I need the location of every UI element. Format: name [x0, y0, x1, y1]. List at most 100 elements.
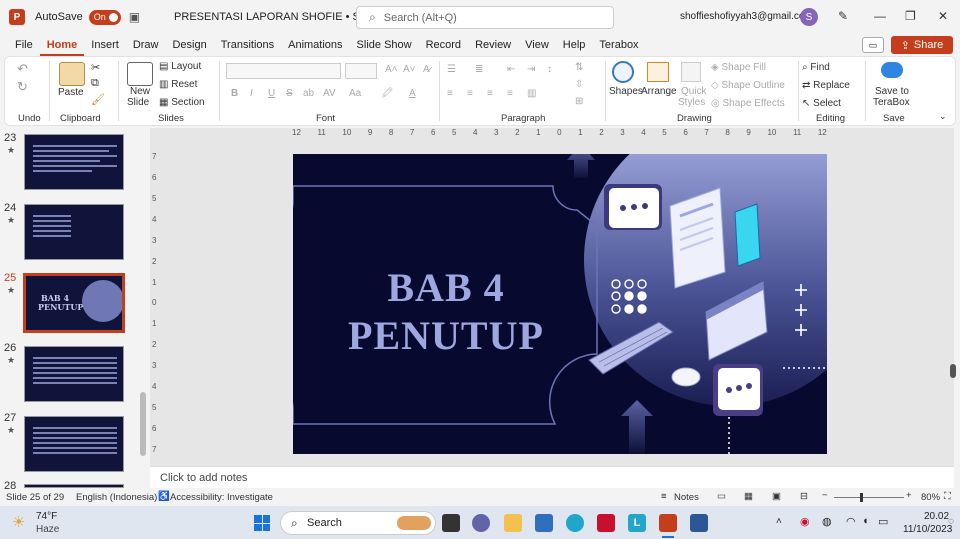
- taskbar-search[interactable]: ⌕ Search: [280, 511, 436, 535]
- increase-font-icon[interactable]: A˄: [385, 64, 398, 75]
- current-slide[interactable]: BAB 4 PENUTUP: [293, 154, 827, 454]
- shape-fill-button[interactable]: ◈ Shape Fill: [711, 62, 766, 73]
- shapes-label[interactable]: Shapes: [609, 86, 643, 97]
- lightshot-icon[interactable]: L: [628, 514, 646, 532]
- new-slide-label-1[interactable]: New: [130, 86, 150, 97]
- store-icon[interactable]: [535, 514, 553, 532]
- copy-icon[interactable]: ⧉: [91, 77, 99, 90]
- weather-condition[interactable]: Haze: [36, 524, 59, 535]
- shapes-icon[interactable]: [612, 61, 634, 83]
- font-color-icon[interactable]: A: [409, 88, 416, 99]
- columns-icon[interactable]: ▥: [527, 88, 536, 99]
- arrange-label[interactable]: Arrange: [641, 86, 677, 97]
- font-name-input[interactable]: [226, 63, 341, 79]
- line-spacing-icon[interactable]: ↕: [547, 64, 552, 75]
- share-button[interactable]: ⇪ Share: [891, 36, 953, 54]
- tab-terabox[interactable]: Terabox: [592, 34, 645, 56]
- spacing-icon[interactable]: AV: [323, 88, 336, 99]
- shape-effects-button[interactable]: ◎ Shape Effects: [711, 98, 785, 109]
- tab-record[interactable]: Record: [419, 34, 468, 56]
- tab-slide-show[interactable]: Slide Show: [350, 34, 419, 56]
- select-button[interactable]: ↖ Select: [802, 98, 841, 109]
- align-text-icon[interactable]: ⇳: [575, 79, 583, 90]
- slide-sorter-icon[interactable]: ▦: [744, 491, 753, 502]
- shape-outline-button[interactable]: ◇ Shape Outline: [711, 80, 785, 91]
- redo-icon[interactable]: ↻: [17, 79, 28, 95]
- teams-icon[interactable]: [472, 514, 490, 532]
- arrange-icon[interactable]: [647, 62, 669, 82]
- strikethrough-icon[interactable]: S: [286, 88, 293, 99]
- text-direction-icon[interactable]: ⇅: [575, 62, 583, 73]
- terabox-cloud-icon[interactable]: [881, 62, 903, 78]
- shadow-icon[interactable]: ab: [303, 88, 314, 99]
- wifi-icon[interactable]: ◠: [846, 515, 856, 528]
- align-center-icon[interactable]: ≡: [467, 88, 473, 99]
- slide-thumbnail-27[interactable]: [24, 416, 124, 472]
- find-button[interactable]: ⌕ Find: [802, 62, 830, 73]
- paste-icon[interactable]: [59, 62, 85, 86]
- tab-transitions[interactable]: Transitions: [214, 34, 281, 56]
- notes-pane[interactable]: Click to add notes: [150, 466, 954, 488]
- clock-date[interactable]: 11/10/2023: [903, 524, 952, 535]
- slide-thumbnail-23[interactable]: [24, 134, 124, 190]
- tab-view[interactable]: View: [518, 34, 556, 56]
- italic-icon[interactable]: I: [250, 88, 253, 99]
- slide-title-line1[interactable]: BAB 4: [293, 264, 599, 311]
- underline-icon[interactable]: U: [268, 88, 275, 99]
- tab-home[interactable]: Home: [39, 34, 85, 56]
- slide-title-line2[interactable]: PENUTUP: [293, 312, 599, 359]
- new-slide-label-2[interactable]: Slide: [127, 97, 149, 108]
- file-explorer-icon[interactable]: [504, 514, 522, 532]
- decrease-font-icon[interactable]: A˅: [403, 64, 416, 75]
- workspace-scrollbar[interactable]: [950, 364, 956, 378]
- avatar[interactable]: S: [800, 8, 818, 26]
- cut-icon[interactable]: ✂: [91, 61, 100, 74]
- powerpoint-taskbar-icon[interactable]: [659, 514, 677, 532]
- quick-styles-label-1[interactable]: Quick: [681, 86, 707, 97]
- mcafee-tray-icon[interactable]: ◉: [800, 515, 810, 528]
- account-email[interactable]: shoffieshofiyyah3@gmail.com: [680, 11, 813, 22]
- fit-slide-icon[interactable]: ⛶: [944, 491, 951, 502]
- tab-draw[interactable]: Draw: [126, 34, 166, 56]
- accessibility-status[interactable]: Accessibility: Investigate: [170, 492, 273, 503]
- tab-animations[interactable]: Animations: [281, 34, 349, 56]
- document-title[interactable]: PRESENTASI LAPORAN SHOFIE • Saved: [174, 11, 384, 23]
- zoom-slider-thumb[interactable]: [860, 493, 863, 502]
- zoom-level[interactable]: 80%: [921, 492, 940, 503]
- battery-icon[interactable]: ▭: [878, 515, 888, 528]
- task-view-icon[interactable]: [442, 514, 460, 532]
- numbering-icon[interactable]: ≣: [475, 64, 483, 75]
- save-icon[interactable]: ▣: [129, 10, 140, 24]
- save-terabox-label-2[interactable]: TeraBox: [873, 97, 910, 108]
- pen-icon[interactable]: ✎: [838, 9, 848, 23]
- zoom-slider[interactable]: [834, 497, 904, 498]
- comments-icon[interactable]: ▭: [862, 37, 884, 53]
- minimize-icon[interactable]: —: [874, 9, 886, 23]
- notes-toggle[interactable]: Notes: [674, 492, 699, 503]
- collapse-ribbon-icon[interactable]: ⌄: [939, 111, 947, 122]
- justify-icon[interactable]: ≡: [507, 88, 513, 99]
- edge-icon[interactable]: [566, 514, 584, 532]
- layout-button[interactable]: ▤ Layout: [159, 61, 201, 72]
- restore-icon[interactable]: ❐: [905, 9, 916, 23]
- tray-app-icon[interactable]: ◍: [822, 515, 832, 528]
- tab-insert[interactable]: Insert: [84, 34, 126, 56]
- quick-styles-icon[interactable]: [681, 62, 701, 82]
- reading-view-icon[interactable]: ▣: [772, 491, 781, 502]
- slide-thumbnail-26[interactable]: [24, 346, 124, 402]
- volume-icon[interactable]: ◖: [862, 515, 869, 527]
- tab-help[interactable]: Help: [556, 34, 593, 56]
- zoom-out-icon[interactable]: −: [822, 490, 828, 501]
- slideshow-icon[interactable]: ⊟: [800, 491, 808, 502]
- close-icon[interactable]: ✕: [938, 9, 948, 23]
- normal-view-icon[interactable]: ▭: [717, 491, 726, 502]
- quick-styles-label-2[interactable]: Styles: [678, 97, 705, 108]
- increase-indent-icon[interactable]: ⇥: [527, 64, 535, 75]
- decrease-indent-icon[interactable]: ⇤: [507, 64, 515, 75]
- align-left-icon[interactable]: ≡: [447, 88, 453, 99]
- highlight-icon[interactable]: 🖍: [381, 88, 394, 99]
- save-terabox-label-1[interactable]: Save to: [875, 86, 909, 97]
- word-icon[interactable]: [690, 514, 708, 532]
- smartart-icon[interactable]: ⊞: [575, 96, 583, 107]
- undo-icon[interactable]: ↶: [17, 61, 28, 77]
